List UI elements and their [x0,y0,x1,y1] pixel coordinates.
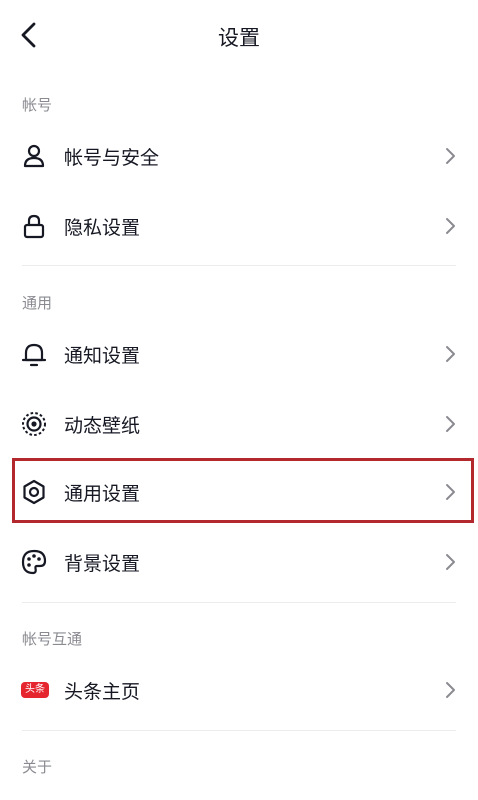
background-settings-item[interactable]: 背景设置 [0,534,478,590]
section-divider [22,730,456,731]
toutiao-homepage-label: 头条主页 [64,681,141,703]
section-label-about: 关于 [22,758,53,776]
notification-settings-item[interactable]: 通知设置 [0,326,478,382]
live-wallpaper-label: 动态壁纸 [64,415,141,437]
account-security-item[interactable]: 帐号与安全 [0,128,478,184]
background-settings-label: 背景设置 [64,553,141,575]
section-label-account: 帐号 [22,96,53,114]
user-icon [20,142,48,170]
lock-icon [20,212,48,240]
chevron-right-icon [442,552,458,572]
toutiao-homepage-item[interactable]: 头条 头条主页 [0,662,478,718]
privacy-settings-label: 隐私设置 [64,217,141,239]
chevron-right-icon [442,680,458,700]
section-label-general: 通用 [22,294,53,312]
bell-icon [20,340,48,368]
chevron-right-icon [442,344,458,364]
notification-settings-label: 通知设置 [64,345,141,367]
section-divider [22,602,456,603]
header: 设置 [0,0,478,72]
highlight-box [12,458,474,523]
toutiao-logo-icon: 头条 [20,676,49,704]
section-label-account-linking: 帐号互通 [22,630,83,648]
privacy-settings-item[interactable]: 隐私设置 [0,198,478,254]
section-divider [22,265,456,266]
live-wallpaper-item[interactable]: 动态壁纸 [0,396,478,452]
page-title: 设置 [218,26,260,50]
chevron-right-icon [442,146,458,166]
chevron-right-icon [442,216,458,236]
palette-icon [20,548,48,576]
live-wallpaper-icon [20,410,48,438]
toutiao-badge: 头条 [21,682,49,698]
settings-screen: 设置 帐号 帐号与安全 隐私设置 通用 通知设置 动态壁纸 通用设置 背景设置 … [0,0,478,800]
account-security-label: 帐号与安全 [64,147,160,169]
chevron-right-icon [442,414,458,434]
